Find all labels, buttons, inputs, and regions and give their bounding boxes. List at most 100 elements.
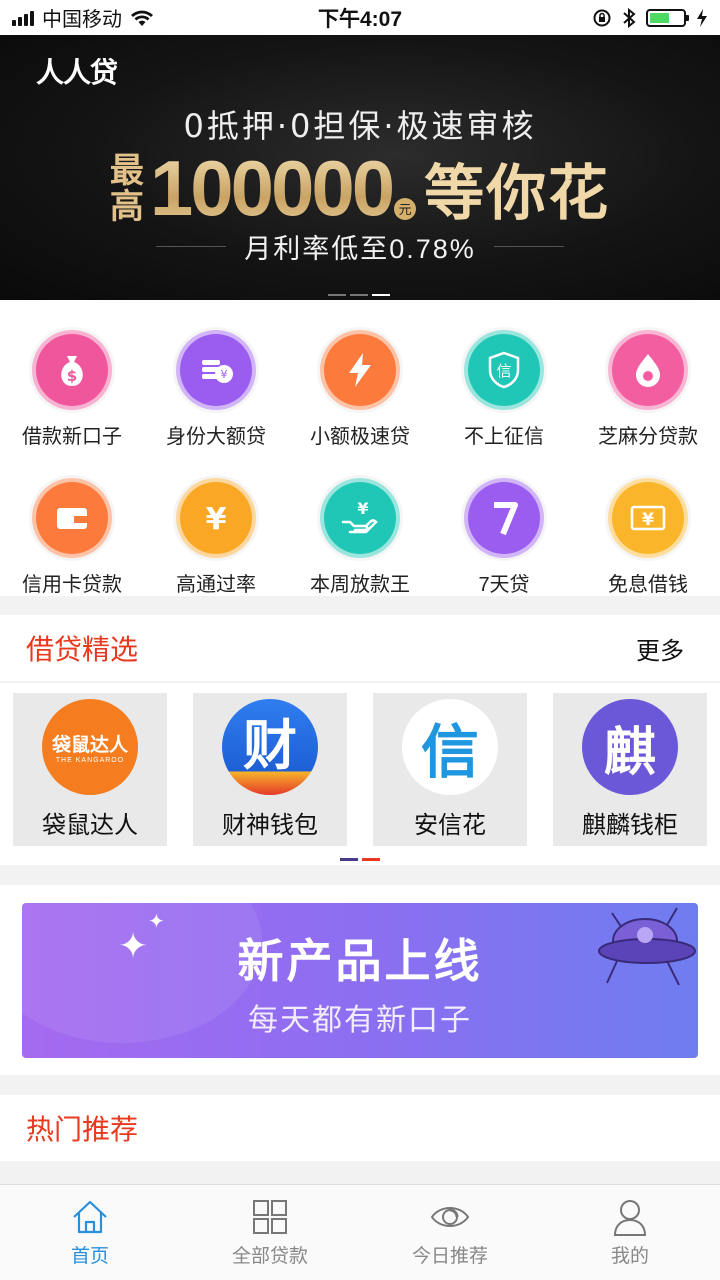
featured-card-label: 麒麟钱柜 [582, 812, 678, 839]
featured-card-label: 安信花 [414, 812, 486, 839]
featured-carousel[interactable]: 袋鼠达人 THE KANGAROO 袋鼠达人 财 财神钱包 信 安信花 麒 麒麟… [0, 683, 720, 865]
grid-icon [253, 1200, 287, 1234]
svg-text:$: $ [67, 367, 77, 385]
tab-label: 全部贷款 [231, 1246, 308, 1267]
lightning-icon [320, 330, 400, 410]
promo-section: ✦ ✦ 新产品上线 每天都有新口子 [0, 885, 720, 1075]
yen-bill-icon: ¥ [608, 478, 688, 558]
carousel-pagination[interactable] [340, 858, 380, 861]
banner-dot-active[interactable] [372, 294, 390, 296]
category-item-new-lenders[interactable]: $ 借款新口子 [0, 330, 144, 449]
banner-pagination[interactable] [328, 294, 390, 296]
promo-title: 新产品上线 [237, 935, 483, 987]
rotation-lock-icon [593, 9, 611, 26]
tab-label: 我的 [610, 1246, 649, 1267]
category-item-fast-small-loan[interactable]: 小额极速贷 [288, 330, 432, 449]
charging-icon [697, 8, 707, 27]
banner-rate: 月利率低至0.78% [244, 234, 476, 264]
svg-text:¥: ¥ [642, 510, 654, 530]
carousel-dot[interactable] [340, 858, 358, 861]
wifi-icon [131, 10, 153, 26]
more-link[interactable]: 更多 [636, 631, 694, 666]
seven-icon [464, 478, 544, 558]
bluetooth-icon [623, 7, 636, 28]
banner-slogan: 等你花 [424, 160, 611, 227]
tab-label: 今日推荐 [411, 1246, 488, 1267]
banner-tagline: 0抵押·0担保·极速审核 [183, 107, 537, 145]
category-item-interest-free[interactable]: ¥ 免息借钱 [576, 478, 720, 597]
category-label: 小额极速贷 [310, 426, 410, 448]
hero-banner[interactable]: 人人贷 0抵押·0担保·极速审核 最 高 100000 元 等你花 月利率低至0… [0, 35, 720, 300]
category-item-no-credit-check[interactable]: 信 不上征信 [432, 330, 576, 449]
featured-card-caishen[interactable]: 财 财神钱包 [193, 693, 347, 846]
banner-divider-left [156, 246, 227, 247]
category-item-weekly-king[interactable]: ¥ 本周放款王 [288, 478, 432, 597]
money-bag-icon: $ [32, 330, 112, 410]
card-icon [32, 478, 112, 558]
featured-header: 借贷精选 更多 [0, 615, 720, 681]
category-item-7-day-loan[interactable]: 7天贷 [432, 478, 576, 597]
battery-icon [646, 8, 689, 27]
svg-text:¥: ¥ [221, 368, 228, 381]
svg-text:信: 信 [496, 362, 511, 380]
category-label: 借款新口子 [22, 426, 122, 448]
category-label: 高通过率 [176, 574, 256, 596]
category-item-identity-loan[interactable]: ¥ 身份大额贷 [144, 330, 288, 449]
anxin-logo-text: 信 [420, 720, 479, 785]
banner-logo: 人人贷 [36, 57, 118, 88]
eye-icon [430, 1207, 470, 1227]
promo-banner[interactable]: ✦ ✦ 新产品上线 每天都有新口子 [22, 903, 698, 1058]
featured-card-anxinhua[interactable]: 信 安信花 [373, 693, 527, 846]
banner-divider-right [493, 246, 564, 247]
tab-mine[interactable]: 我的 [540, 1185, 720, 1280]
category-label: 7天贷 [478, 574, 530, 596]
tab-today[interactable]: 今日推荐 [360, 1185, 540, 1280]
featured-card-label: 袋鼠达人 [42, 812, 138, 839]
featured-card-daishu[interactable]: 袋鼠达人 THE KANGAROO 袋鼠达人 [13, 693, 167, 846]
category-item-sesame-loan[interactable]: 芝麻分贷款 [576, 330, 720, 449]
qilin-logo-text: 麒 [603, 723, 656, 782]
category-item-credit-card-loan[interactable]: 信用卡贷款 [0, 478, 144, 597]
banner-unit: 元 [394, 197, 417, 220]
category-item-high-approval[interactable]: ¥ 高通过率 [144, 478, 288, 597]
yen-coin-icon: ¥ [176, 478, 256, 558]
category-label: 信用卡贷款 [22, 574, 122, 596]
kangaroo-logo-icon: 袋鼠达人 THE KANGAROO [42, 699, 138, 795]
carousel-dot-active[interactable] [362, 858, 380, 861]
tab-home[interactable]: 首页 [0, 1185, 180, 1280]
category-label: 不上征信 [464, 426, 544, 448]
daishu-logo-text: 袋鼠达人 [51, 735, 128, 756]
featured-card-label: 财神钱包 [222, 812, 318, 839]
carrier-name: 中国移动 [42, 9, 122, 31]
bottom-tab-bar: 首页 全部贷款 今日推荐 我的 [0, 1184, 720, 1280]
qilin-logo-icon: 麒 [582, 699, 678, 795]
status-bar: 中国移动 下午4:07 [0, 0, 720, 35]
svg-text:¥: ¥ [357, 499, 368, 518]
tab-label: 首页 [70, 1246, 109, 1267]
hand-yen-icon: ¥ [320, 478, 400, 558]
promo-subtitle: 每天都有新口子 [248, 1004, 472, 1037]
user-icon [613, 1200, 647, 1236]
banner-prefix-bottom: 高 [109, 187, 144, 226]
category-label: 本周放款王 [310, 574, 410, 596]
coins-icon: ¥ [176, 330, 256, 410]
hot-header: 热门推荐 [0, 1095, 720, 1161]
svg-text:¥: ¥ [206, 502, 227, 537]
tab-all-loans[interactable]: 全部贷款 [180, 1185, 360, 1280]
drop-icon [608, 330, 688, 410]
category-label: 身份大额贷 [166, 426, 266, 448]
banner-amount: 100000 [149, 144, 395, 232]
home-icon [73, 1200, 107, 1234]
banner-dot[interactable] [328, 294, 346, 296]
category-grid: $ 借款新口子 ¥ 身份大额贷 小额极速贷 信 不上征信 芝麻分贷款 信用卡贷款… [0, 300, 720, 596]
category-label: 芝麻分贷款 [598, 426, 698, 448]
featured-title: 借贷精选 [26, 634, 139, 665]
featured-card-qilin[interactable]: 麒 麒麟钱柜 [553, 693, 707, 846]
caishen-logo-text: 财 [243, 715, 297, 776]
status-time: 下午4:07 [317, 7, 403, 31]
daishu-logo-sub: THE KANGAROO [55, 757, 125, 764]
category-label: 免息借钱 [608, 574, 688, 596]
anxin-logo-icon: 信 [402, 699, 498, 795]
banner-dot[interactable] [350, 294, 368, 296]
signal-icon [12, 10, 34, 26]
